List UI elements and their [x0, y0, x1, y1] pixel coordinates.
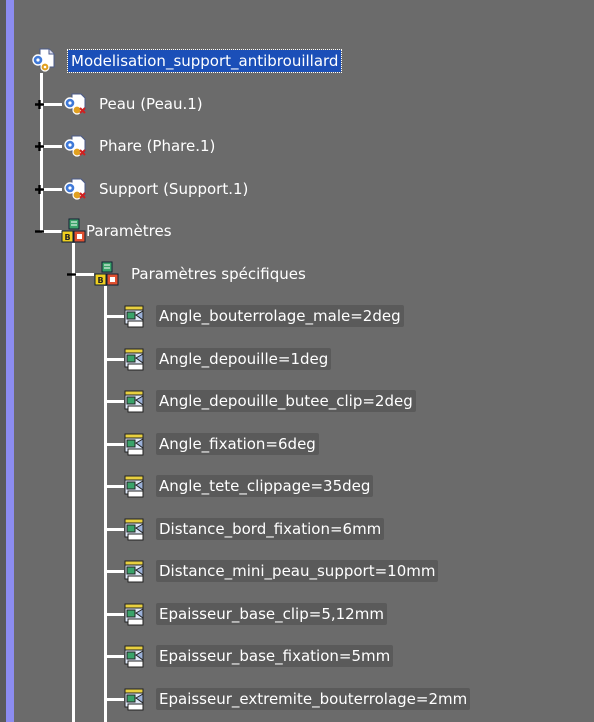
- part-instance-icon: [62, 91, 88, 117]
- part-instance-icon: [62, 133, 88, 159]
- branch-line: [42, 145, 62, 148]
- part-node-label[interactable]: Peau (Peau.1): [96, 93, 206, 115]
- part-node-label[interactable]: Phare (Phare.1): [96, 135, 218, 157]
- svg-text:B: B: [97, 276, 103, 285]
- parameter-icon: [122, 303, 148, 329]
- parameter-icon: [122, 643, 148, 669]
- parameter-icon: [122, 686, 148, 712]
- specific-parameters-node-label[interactable]: Paramètres spécifiques: [128, 263, 309, 285]
- branch-line: [42, 230, 62, 233]
- parameter-icon: [122, 558, 148, 584]
- product-icon: [31, 47, 57, 73]
- branch-line: [74, 272, 94, 276]
- expand-toggle-icon[interactable]: [34, 184, 45, 195]
- parameters-trunk-line: [72, 243, 75, 722]
- expand-toggle-icon[interactable]: [34, 99, 45, 110]
- parameter-icon: [122, 431, 148, 457]
- root-product-label[interactable]: Modelisation_support_antibrouillard: [66, 49, 343, 73]
- parameter-item-label[interactable]: Epaisseur_base_clip=5,12mm: [156, 602, 387, 625]
- parameter-icon: [122, 388, 148, 414]
- parameter-item-label[interactable]: Angle_depouille_butee_clip=2deg: [156, 390, 416, 412]
- svg-text:B: B: [64, 233, 70, 242]
- parameter-item-label[interactable]: Angle_bouterrolage_male=2deg: [156, 305, 404, 327]
- parameter-item-label[interactable]: Distance_mini_peau_support=10mm: [156, 560, 439, 582]
- parameter-icon: [122, 601, 148, 627]
- parameter-item-label[interactable]: Distance_bord_fixation=6mm: [156, 517, 385, 540]
- parameter-icon: [122, 516, 148, 542]
- branch-line: [42, 102, 62, 106]
- parameters-icon: B: [94, 261, 120, 287]
- parameter-item-label[interactable]: Epaisseur_extremite_bouterrolage=2mm: [156, 687, 471, 710]
- parameter-icon: [122, 473, 148, 499]
- collapse-toggle-icon[interactable]: [34, 226, 45, 237]
- expand-toggle-icon[interactable]: [34, 141, 45, 152]
- collapse-toggle-icon[interactable]: [66, 269, 77, 280]
- part-instance-icon: [62, 176, 88, 202]
- parameter-item-label[interactable]: Angle_depouille=1deg: [156, 347, 332, 370]
- parameter-item-label[interactable]: Angle_fixation=6deg: [156, 432, 319, 455]
- part-node-label[interactable]: Support (Support.1): [96, 178, 251, 200]
- parameter-item-label[interactable]: Angle_tete_clippage=35deg: [156, 475, 374, 497]
- parameter-icon: [122, 346, 148, 372]
- branch-line: [42, 187, 62, 191]
- parameters-node-label[interactable]: Paramètres: [83, 220, 175, 242]
- parameter-item-label[interactable]: Epaisseur_base_fixation=5mm: [156, 645, 394, 667]
- specification-tree-bar[interactable]: [6, 0, 14, 722]
- tree-trunk-line: [40, 73, 43, 231]
